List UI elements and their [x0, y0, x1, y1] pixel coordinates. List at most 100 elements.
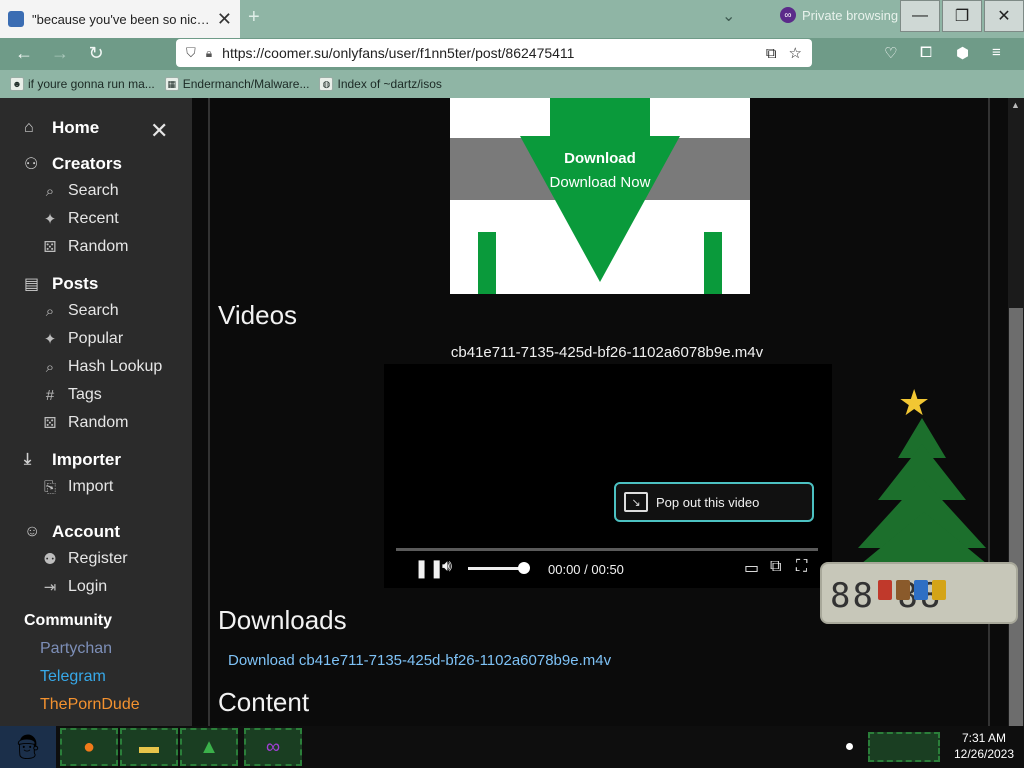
sidebar-item-import[interactable]: ⎘ Import: [40, 478, 113, 496]
sidebar-item-creators-search[interactable]: ⌕ Search: [40, 182, 119, 200]
list-tabs-chevron-icon[interactable]: ⌄: [722, 6, 735, 26]
sidebar-section-community: Community: [24, 612, 112, 629]
video-progress-bar[interactable]: [396, 548, 818, 551]
sidebar-section-account: ☺ Account: [24, 522, 120, 541]
community-link-theporndude[interactable]: ThePornDude: [40, 696, 140, 714]
extensions-icon[interactable]: ⧠: [920, 44, 932, 61]
volume-slider-knob[interactable]: [518, 562, 530, 574]
ad-bar-right: [704, 232, 722, 294]
download-ad-banner[interactable]: Download Download Now: [450, 98, 750, 294]
teddy-bear-icon: [896, 580, 910, 600]
desktop-clock-widget: 88 88: [820, 562, 1018, 624]
taskbar-clock[interactable]: 7:31 AM 12/26/2023: [944, 730, 1024, 762]
gift-icon: [932, 580, 946, 600]
minimize-button[interactable]: —: [900, 0, 940, 32]
tab-close-icon[interactable]: ✕: [217, 9, 232, 30]
bookmarks-bar: ☻ if youre gonna run ma... ▦ Endermanch/Ma…: [0, 70, 1024, 98]
bookmark-favicon-icon: ☻: [10, 77, 24, 91]
christmas-tree-taskbar-icon[interactable]: ▲: [180, 728, 238, 766]
account-icon: ☺: [24, 523, 41, 540]
content-heading: Content: [218, 687, 310, 717]
back-arrow-icon[interactable]: ←: [12, 43, 36, 64]
site-favicon-icon: [8, 11, 24, 27]
ublock-icon[interactable]: ⬢: [956, 44, 969, 62]
download-video-link[interactable]: Download cb41e711-7135-425d-bf26-1102a60…: [228, 652, 611, 669]
tracking-shield-icon[interactable]: ⛉: [186, 45, 196, 61]
sidebar-item-posts-tags[interactable]: # Tags: [40, 386, 102, 404]
bookmark-star-icon[interactable]: ☆: [789, 44, 802, 62]
video-player[interactable]: ↘ Pop out this video ❚❚ 🔊︎ 00:00 / 00:50…: [384, 364, 832, 588]
community-link-telegram[interactable]: Telegram: [40, 668, 106, 686]
file-explorer-taskbar-icon[interactable]: ▬: [120, 728, 178, 766]
hash-icon: #: [45, 386, 55, 404]
window-controls: — ❐ ✕: [898, 0, 1024, 32]
sidebar-section-importer: ⤓ Importer: [24, 450, 121, 469]
forward-arrow-icon[interactable]: →: [48, 43, 72, 64]
maximize-button[interactable]: ❐: [942, 0, 982, 32]
ad-subtitle: Download Now: [549, 174, 651, 191]
clock-time: 7:31 AM: [961, 731, 1007, 745]
notification-dot-icon: [846, 743, 853, 750]
volume-icon[interactable]: 🔊︎: [442, 558, 452, 576]
start-button[interactable]: 🎅︎: [0, 726, 56, 768]
sidebar-item-posts-hash-lookup[interactable]: ⌕ Hash Lookup: [40, 358, 163, 376]
sidebar-item-posts-random[interactable]: ⚄ Random: [40, 414, 128, 432]
community-link-partychan[interactable]: Partychan: [40, 640, 112, 658]
sidebar-item-login[interactable]: ⇥ Login: [40, 578, 107, 596]
globe-icon: ◍: [319, 77, 334, 91]
bookmark-item[interactable]: ☻ if youre gonna run ma...: [10, 77, 155, 91]
posts-icon: ▤: [24, 276, 40, 293]
fullscreen-icon[interactable]: ⛶: [796, 558, 807, 576]
reload-icon[interactable]: ↻: [84, 43, 108, 64]
gift-icon: [914, 580, 928, 600]
sidebar-item-posts-popular[interactable]: ✦ Popular: [40, 330, 123, 348]
sidebar: ⌂ Home ✕ ⚇ Creators ⌕ Search ✦ Recent ⚄ Rando…: [0, 98, 192, 726]
bookmark-item[interactable]: ◍ Index of ~dartz/isos: [319, 77, 442, 91]
login-icon: ⇥: [43, 579, 57, 596]
sparkle-icon: ✦: [43, 331, 57, 348]
theater-mode-icon[interactable]: ▭: [744, 558, 759, 578]
downloads-heading: Downloads: [218, 605, 347, 635]
pocket-icon[interactable]: ♡: [884, 44, 897, 62]
import-icon: ⎘: [43, 478, 56, 496]
christmas-tree-decoration: ★: [840, 382, 1010, 582]
browser-tab-bar: "because you've been so nice this ✕ + ⌄ …: [0, 0, 1024, 38]
search-icon: ⌕: [45, 182, 55, 200]
videos-heading: Videos: [218, 300, 298, 330]
ad-arrow-stem: [550, 98, 650, 138]
pause-button[interactable]: ❚❚: [414, 558, 444, 579]
firefox-taskbar-icon[interactable]: ●: [60, 728, 118, 766]
volume-slider-track[interactable]: [468, 567, 524, 570]
close-window-button[interactable]: ✕: [984, 0, 1024, 32]
clock-date: 12/26/2023: [953, 747, 1015, 761]
page-scrollbar[interactable]: ▲: [1008, 98, 1024, 726]
picture-in-picture-icon[interactable]: ⧉: [770, 558, 781, 576]
private-browsing-taskbar-icon[interactable]: ∞: [244, 728, 302, 766]
sidebar-item-creators-recent[interactable]: ✦ Recent: [40, 210, 119, 228]
private-browsing-indicator: ∞ Private browsing: [780, 7, 898, 23]
register-icon: ⚉: [43, 551, 57, 568]
bookmark-item[interactable]: ▦ Endermanch/Malware...: [164, 77, 309, 91]
scroll-up-icon[interactable]: ▲: [1011, 100, 1020, 110]
address-bar[interactable]: ⛉ 🔒︎ https://coomer.su/onlyfans/user/f1n…: [176, 39, 812, 67]
sidebar-item-posts-search[interactable]: ⌕ Search: [40, 302, 119, 320]
url-text[interactable]: https://coomer.su/onlyfans/user/f1nn5ter…: [222, 45, 754, 61]
sidebar-item-register[interactable]: ⚉ Register: [40, 550, 127, 568]
menu-icon[interactable]: ≡: [992, 44, 1001, 61]
system-tray[interactable]: [868, 732, 940, 762]
sidebar-item-home[interactable]: ⌂ Home: [24, 118, 99, 138]
sidebar-item-creators-random[interactable]: ⚄ Random: [40, 238, 128, 256]
picture-in-picture-icon[interactable]: ⧉: [766, 45, 777, 62]
sparkle-icon: ✦: [43, 211, 57, 228]
lock-icon[interactable]: 🔒︎: [206, 46, 212, 61]
pop-out-video-button[interactable]: ↘ Pop out this video: [614, 482, 814, 522]
taskbar: 🎅︎ ● ▬ ▲ ∞ 7:31 AM 12/26/2023: [0, 726, 1024, 768]
new-tab-icon[interactable]: +: [248, 6, 260, 29]
private-mask-icon: ∞: [780, 7, 796, 23]
scrollbar-thumb[interactable]: [1009, 308, 1023, 726]
browser-nav-bar: ← → ↻ ⛉ 🔒︎ https://coomer.su/onlyfans/us…: [0, 38, 1024, 70]
pop-out-label: Pop out this video: [656, 494, 760, 510]
browser-tab[interactable]: "because you've been so nice this ✕: [0, 0, 240, 38]
content-left-border: [208, 98, 210, 726]
close-sidebar-icon[interactable]: ✕: [150, 118, 168, 144]
